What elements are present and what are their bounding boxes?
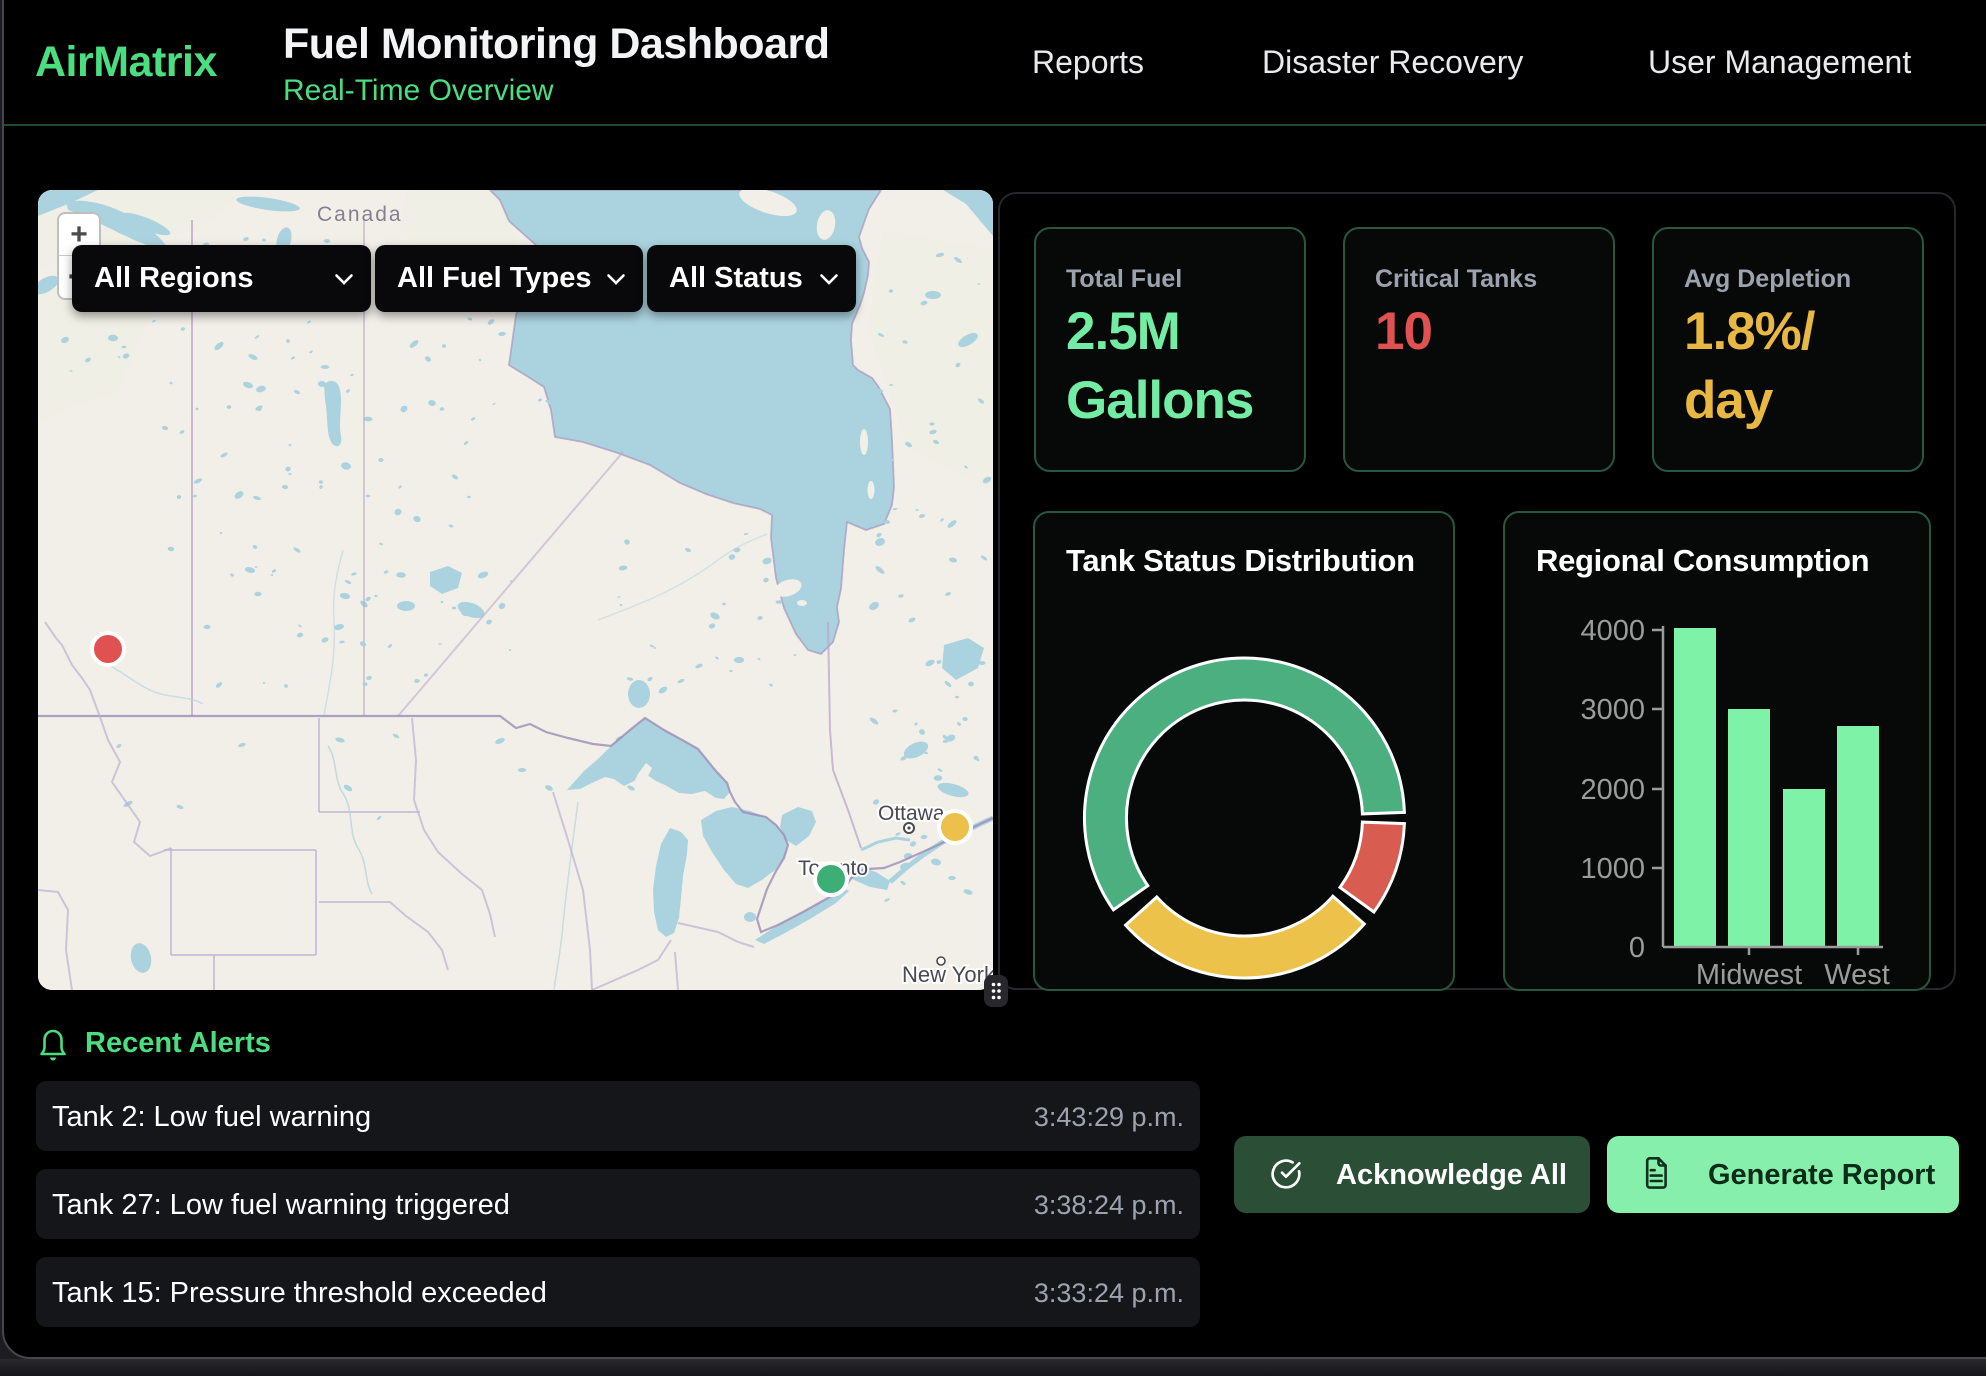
svg-text:0: 0 bbox=[1629, 932, 1645, 964]
svg-text:Canada: Canada bbox=[317, 203, 403, 226]
svg-text:Ottawa: Ottawa bbox=[878, 802, 945, 825]
svg-text:Midwest: Midwest bbox=[1696, 959, 1802, 989]
svg-text:1000: 1000 bbox=[1580, 853, 1645, 885]
svg-text:West: West bbox=[1824, 959, 1890, 989]
svg-text:3000: 3000 bbox=[1580, 694, 1645, 726]
svg-text:4000: 4000 bbox=[1580, 615, 1645, 647]
svg-text:New York: New York bbox=[902, 962, 993, 987]
svg-text:2000: 2000 bbox=[1580, 774, 1645, 806]
